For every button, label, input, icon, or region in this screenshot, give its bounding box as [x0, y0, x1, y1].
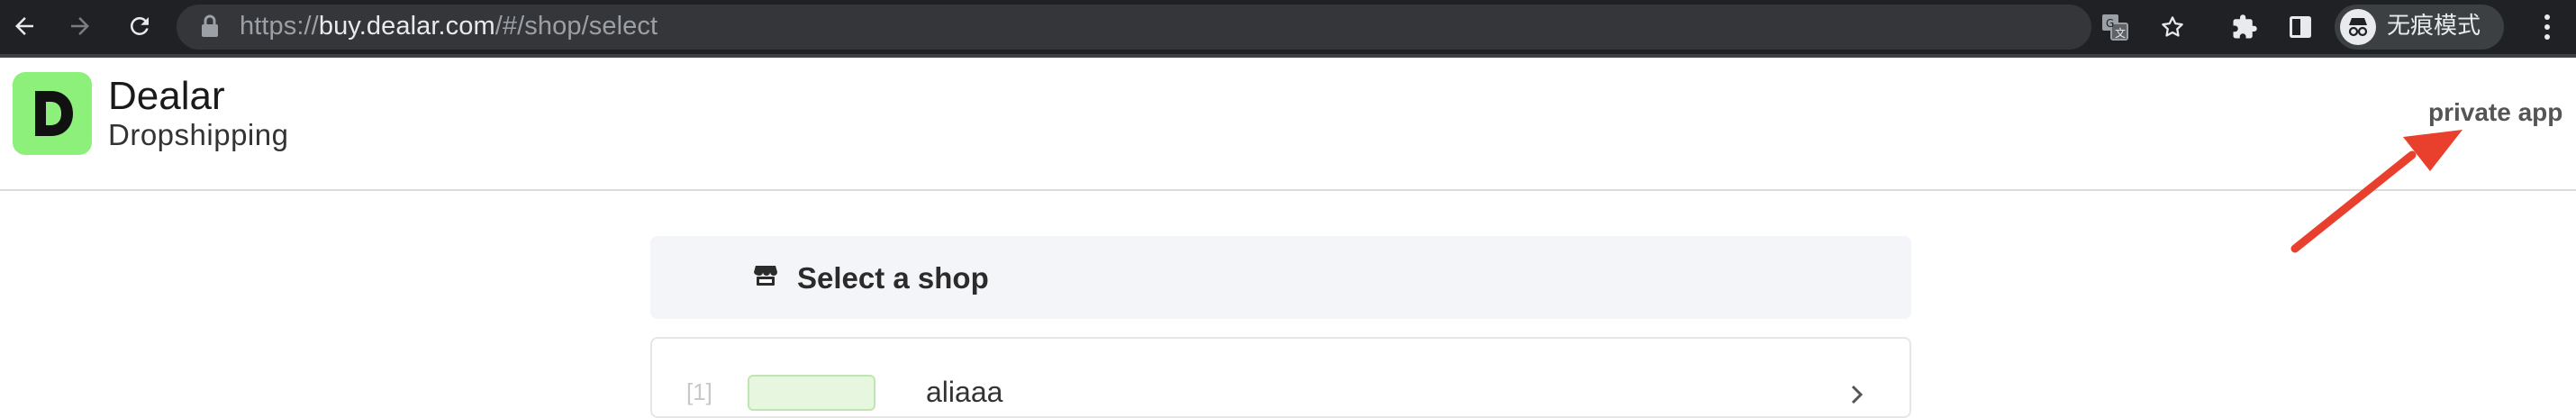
url-path: /#/shop/select — [494, 12, 658, 41]
shop-index: [1] — [686, 378, 712, 405]
select-shop-title: Select a shop — [797, 261, 989, 295]
chevron-right-icon[interactable] — [1850, 384, 1864, 405]
url-scheme: https:// — [240, 12, 319, 41]
url-text[interactable]: https://buy.dealar.com/#/shop/select — [240, 10, 658, 42]
svg-text:G: G — [2106, 17, 2114, 30]
annotation-arrow — [2290, 130, 2463, 253]
shop-status-badge — [748, 375, 875, 411]
bookmark-button[interactable] — [2153, 7, 2192, 47]
svg-text:文: 文 — [2115, 26, 2126, 40]
side-panel-icon — [2290, 16, 2311, 38]
translate-button[interactable]: G 文 — [2095, 7, 2135, 47]
url-host: buy.dealar.com — [318, 12, 495, 41]
store-icon — [754, 266, 777, 286]
extensions-icon — [2233, 14, 2257, 39]
brand-subtitle: Dropshipping — [108, 118, 289, 151]
forward-icon — [71, 17, 89, 35]
logo-d-icon — [35, 91, 73, 136]
back-icon — [15, 17, 33, 35]
incognito-icon — [2340, 9, 2376, 45]
side-panel-button[interactable] — [2281, 7, 2320, 47]
star-icon — [2162, 16, 2183, 37]
extensions-button[interactable] — [2225, 7, 2264, 47]
shop-name: aliaaa — [926, 376, 1003, 408]
translate-icon: G 文 — [2102, 14, 2128, 41]
forward-button[interactable] — [59, 5, 101, 47]
reload-icon — [131, 16, 149, 35]
lock-icon[interactable] — [200, 14, 220, 38]
back-button[interactable] — [4, 5, 45, 47]
dealar-logo[interactable] — [13, 72, 92, 155]
more-icon[interactable] — [2527, 7, 2567, 47]
incognito-label: 无痕模式 — [2387, 13, 2481, 40]
app-header — [0, 58, 2576, 191]
reload-button[interactable] — [119, 5, 160, 47]
brand-title: Dealar — [108, 74, 225, 118]
